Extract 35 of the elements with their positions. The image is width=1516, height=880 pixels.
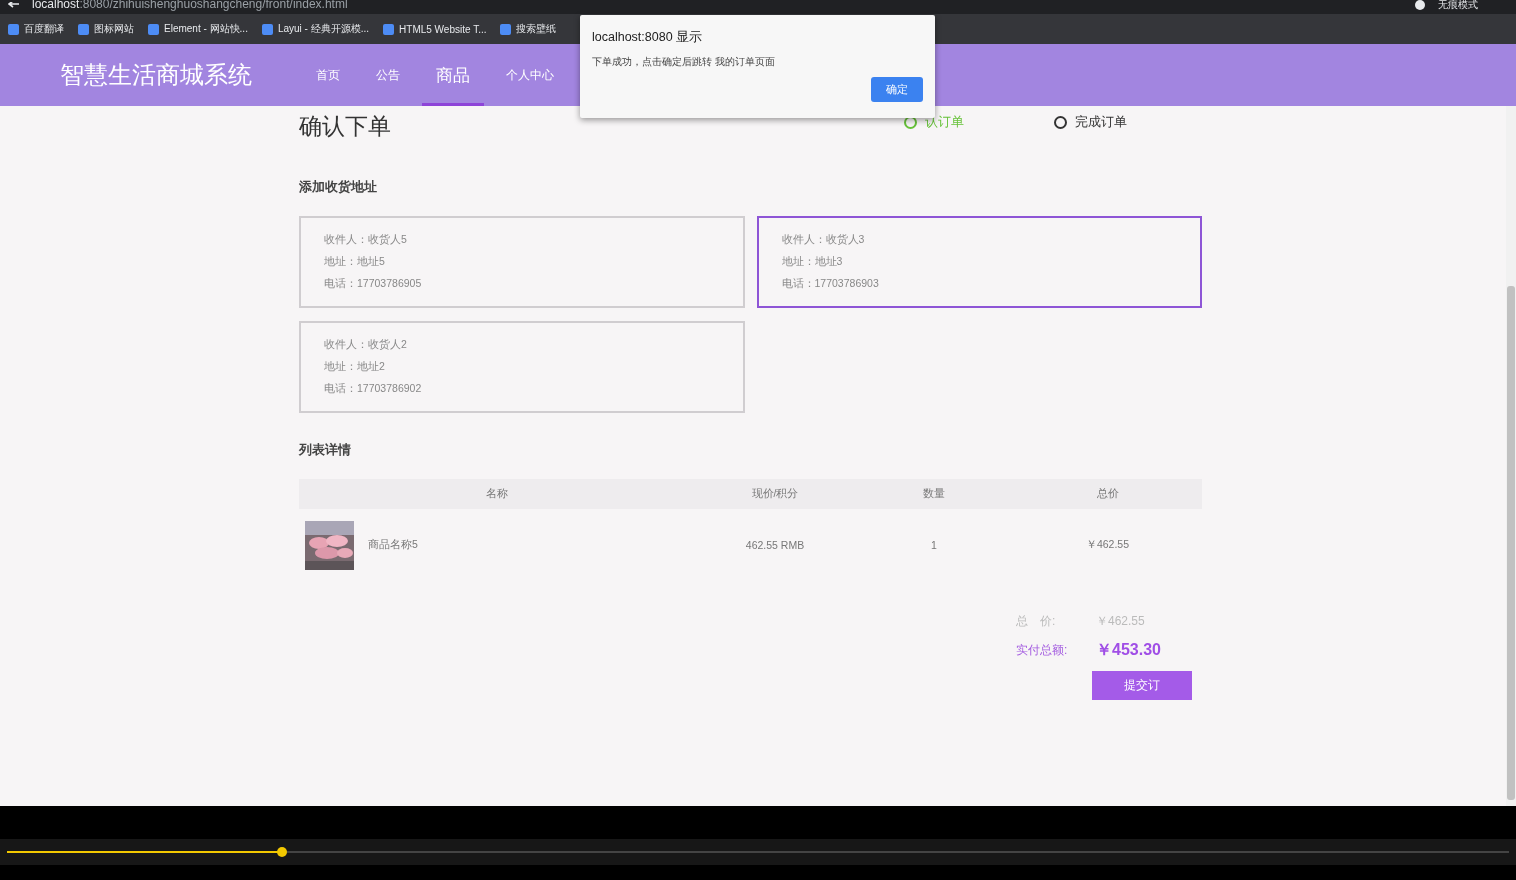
site-title: 智慧生活商城系统 [60, 60, 252, 90]
address-card[interactable]: 收件人：收货人5 地址：地址5 电话：17703786905 [299, 216, 745, 308]
dialog-title: localhost:8080 显示 [592, 29, 704, 46]
bookmark[interactable]: 搜索壁纸 [500, 22, 557, 36]
table-header: 名称 现价/积分 数量 总价 [299, 479, 1202, 509]
section-title: 列表详情 [299, 441, 352, 459]
step-label: 完成订单 [1054, 113, 1127, 131]
bookmark[interactable]: 图标网站 [78, 22, 134, 36]
nav-item[interactable]: 个人中心 [492, 44, 568, 106]
scrollbar[interactable] [1506, 106, 1516, 806]
url-text[interactable]: localhost:8080/zhihuishenghuoshangcheng/front/index.html [32, 0, 348, 11]
address-card[interactable]: 收件人：收货人3 地址：地址3 电话：17703786903 [756, 216, 1202, 308]
table-cell-text: 1 [930, 539, 938, 551]
bookmark[interactable]: Element - 网站快... [148, 22, 248, 36]
table-cell: 商品名称5 [368, 538, 418, 552]
page-title: 确认下单 [299, 111, 392, 141]
total-label: 总 价: [1016, 613, 1057, 630]
paid-value: ￥453.30 [1096, 640, 1161, 660]
ok-button[interactable]: 确定 [871, 77, 923, 102]
dialog-message: 下单成功，点击确定后跳转 我的订单页面 [592, 55, 776, 69]
table-cell-text: 462.55 RMB [744, 539, 806, 551]
nav-item[interactable]: 首页 [302, 44, 354, 106]
total-value: ￥462.55 [1096, 613, 1145, 630]
paid-label: 实付总额: [1016, 642, 1069, 659]
incognito-icon[interactable] [1414, 0, 1426, 10]
bookmark[interactable]: 百度翻译 [8, 22, 64, 36]
nav-item[interactable]: 公告 [362, 44, 414, 106]
profile-label[interactable]: 无痕模式 [1438, 0, 1478, 11]
section-title: 添加收货地址 [299, 178, 378, 196]
submit-button[interactable]: 提交订 [1092, 671, 1192, 700]
address-card[interactable]: 收件人：收货人2 地址：地址2 电话：17703786902 [299, 321, 745, 413]
bookmark[interactable]: Layui - 经典开源模... [261, 22, 370, 36]
progress-handle[interactable] [276, 847, 287, 857]
bookmark[interactable]: HTML5 Website T... [383, 23, 487, 35]
table-cell-text: ￥462.55 [1084, 538, 1131, 552]
